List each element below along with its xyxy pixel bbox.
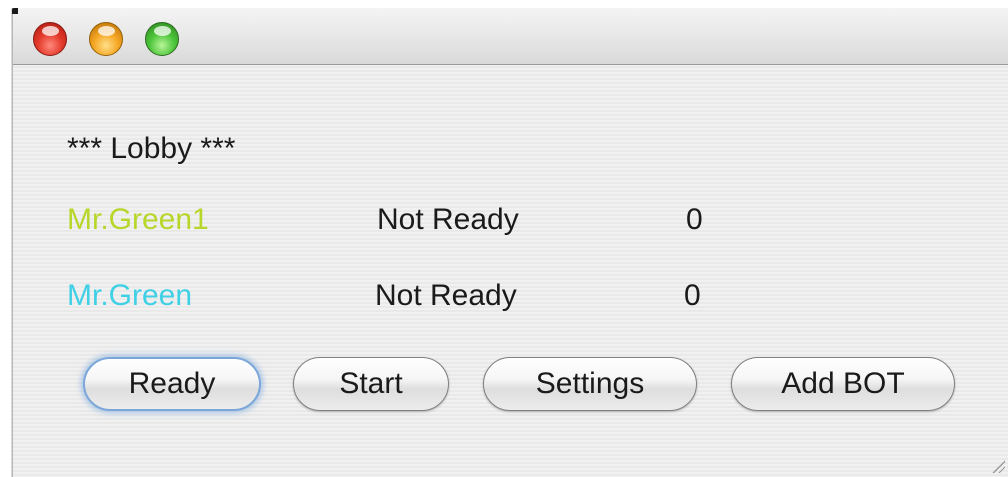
player-score: 0 xyxy=(686,203,703,236)
title-bar[interactable] xyxy=(13,8,1008,65)
minimize-icon[interactable] xyxy=(89,22,123,56)
player-name: Mr.Green xyxy=(67,279,193,312)
player-name: Mr.Green1 xyxy=(67,203,209,236)
lobby-window: *** Lobby *** Mr.Green1 Not Ready 0 Mr.G… xyxy=(12,8,1008,477)
settings-button[interactable]: Settings xyxy=(483,357,697,411)
player-status: Not Ready xyxy=(377,203,519,236)
close-icon[interactable] xyxy=(33,22,67,56)
ready-button[interactable]: Ready xyxy=(83,357,261,411)
start-button[interactable]: Start xyxy=(293,357,449,411)
window-corner xyxy=(12,8,18,14)
resize-grip[interactable] xyxy=(991,459,1005,473)
player-score: 0 xyxy=(684,279,701,312)
player-status: Not Ready xyxy=(375,279,517,312)
add-bot-button[interactable]: Add BOT xyxy=(731,357,955,411)
lobby-heading: *** Lobby *** xyxy=(67,132,236,165)
zoom-icon[interactable] xyxy=(145,22,179,56)
